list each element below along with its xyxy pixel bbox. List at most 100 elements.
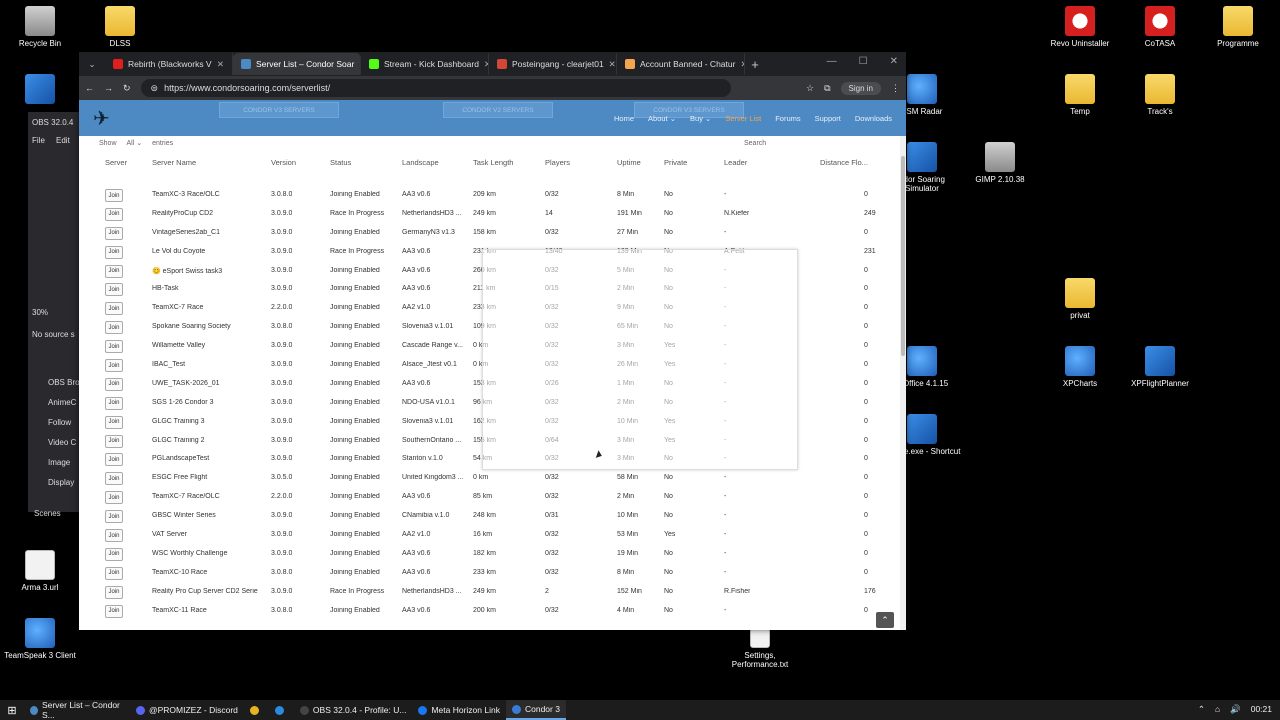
vertical-scrollbar[interactable] (900, 136, 906, 630)
nav-server-list[interactable]: Server List (725, 114, 761, 123)
extensions-icon[interactable]: ⧉ (824, 83, 830, 94)
obs-source-item[interactable]: Display (48, 478, 74, 487)
obs-menu-edit[interactable]: Edit (56, 136, 70, 145)
desktop-icon-arma[interactable]: Arma 3.url (0, 550, 80, 592)
desktop-icon-dlss[interactable]: DLSS (80, 6, 160, 48)
join-button[interactable]: Join (105, 491, 123, 505)
obs-menu-file[interactable]: File (32, 136, 45, 145)
obs-source-item[interactable]: Follow (48, 418, 71, 427)
join-button[interactable]: Join (105, 207, 123, 221)
desktop-icon-settings-txt[interactable]: Settings, Performance.txt (720, 628, 800, 669)
close-tab-icon[interactable]: ✕ (217, 59, 224, 70)
col-private[interactable]: Private (664, 158, 687, 167)
desktop-icon-xpflightplanner[interactable]: XPFlightPlanner (1120, 346, 1200, 388)
desktop-icon-revo[interactable]: Revo Uninstaller (1040, 6, 1120, 48)
desktop-icon-xpcharts[interactable]: XPCharts (1040, 346, 1120, 388)
nav-downloads[interactable]: Downloads (855, 114, 892, 123)
scroll-to-top-button[interactable]: ⌃ (876, 612, 894, 628)
col-distance[interactable]: Distance Flo... (820, 158, 868, 167)
join-button[interactable]: Join (105, 226, 123, 240)
nav-forums[interactable]: Forums (775, 114, 800, 123)
taskbar-item[interactable] (244, 700, 269, 720)
minimize-icon[interactable]: — (827, 56, 837, 67)
nav-about[interactable]: About ⌄ (648, 114, 676, 123)
taskbar-item[interactable] (269, 700, 294, 720)
join-button[interactable]: Join (105, 396, 123, 410)
join-button[interactable]: Join (105, 264, 123, 278)
forward-arrow-icon[interactable]: → (104, 83, 113, 93)
new-tab-plus-icon[interactable]: + (745, 57, 765, 72)
scrollbar-thumb[interactable] (901, 156, 905, 356)
condor-logo-icon[interactable]: ✈ (93, 106, 119, 130)
join-button[interactable]: Join (105, 566, 123, 580)
taskbar-item[interactable]: @PROMIZEZ - Discord (130, 700, 244, 720)
join-button[interactable]: Join (105, 340, 123, 354)
desktop-icon-teamspeak[interactable]: TeamSpeak 3 Client (0, 618, 80, 660)
tab-list-chevron-icon[interactable]: ⌄ (79, 59, 105, 70)
join-button[interactable]: Join (105, 377, 123, 391)
sign-in-button[interactable]: Sign in (840, 81, 881, 95)
desktop-icon-programme[interactable]: Programme (1198, 6, 1278, 48)
join-button[interactable]: Join (105, 529, 123, 543)
join-button[interactable]: Join (105, 604, 123, 618)
tab-youtube[interactable]: Rebirth (Blackworks V ✕ (105, 53, 233, 75)
site-info-icon[interactable]: ⊜ (151, 83, 159, 94)
join-button[interactable]: Join (105, 302, 123, 316)
obs-source-item[interactable]: AnimeC (48, 398, 76, 407)
v2-servers-tab[interactable]: CONDOR V2 SERVERS (443, 102, 553, 118)
clock-time[interactable]: 00:21 (1251, 704, 1272, 715)
col-server[interactable]: Server (105, 158, 127, 167)
tab-gmail[interactable]: Posteingang - clearjet01 ✕ (489, 53, 617, 75)
col-status[interactable]: Status (330, 158, 351, 167)
join-button[interactable]: Join (105, 547, 123, 561)
tab-server-list[interactable]: Server List – Condor Soar ✕ (233, 53, 361, 75)
desktop-icon-recycle-bin[interactable]: Recycle Bin (0, 6, 80, 48)
volume-icon[interactable]: 🔊 (1230, 704, 1241, 715)
join-button[interactable]: Join (105, 453, 123, 467)
url-field[interactable]: ⊜ https://www.condorsoaring.com/serverli… (140, 79, 731, 97)
maximize-icon[interactable]: ☐ (859, 56, 868, 67)
taskbar-item[interactable]: OBS 32.0.4 - Profile: U... (294, 700, 413, 720)
join-button[interactable]: Join (105, 245, 123, 259)
nav-buy[interactable]: Buy ⌄ (690, 114, 711, 123)
join-button[interactable]: Join (105, 189, 123, 202)
start-windows-icon[interactable]: ⊞ (0, 704, 24, 717)
taskbar-item[interactable]: Condor 3 (505, 700, 566, 720)
obs-source-item[interactable]: Image (48, 458, 70, 467)
tray-chevron-icon[interactable]: ⌃ (1198, 704, 1205, 715)
col-landscape[interactable]: Landscape (402, 158, 439, 167)
tab-chaturbate[interactable]: Account Banned - Chatur ✕ (617, 53, 745, 75)
tab-kick[interactable]: Stream - Kick Dashboard ✕ (361, 53, 489, 75)
desktop-icon-partial[interactable] (0, 74, 80, 107)
desktop-icon-privat[interactable]: privat (1040, 278, 1120, 320)
join-button[interactable]: Join (105, 321, 123, 335)
join-button[interactable]: Join (105, 472, 123, 486)
col-task-length[interactable]: Task Length (473, 158, 513, 167)
back-arrow-icon[interactable]: ← (85, 83, 94, 93)
bookmark-star-icon[interactable]: ☆ (806, 83, 814, 94)
col-version[interactable]: Version (271, 158, 296, 167)
v3-servers-tab[interactable]: CONDOR V3 SERVERS (219, 102, 339, 118)
nav-support[interactable]: Support (815, 114, 841, 123)
join-button[interactable]: Join (105, 434, 123, 448)
obs-source-item[interactable]: OBS Bro (48, 378, 80, 387)
join-button[interactable]: Join (105, 415, 123, 429)
col-server-name[interactable]: Server Name (152, 158, 196, 167)
reload-icon[interactable]: ↻ (123, 83, 131, 94)
network-icon[interactable]: ⌂ (1215, 704, 1220, 715)
desktop-icon-temp[interactable]: Temp (1040, 74, 1120, 116)
taskbar-item[interactable]: Server List – Condor S... (24, 700, 130, 720)
desktop-icon-gimp[interactable]: GIMP 2.10.38 (960, 142, 1040, 184)
obs-source-item[interactable]: Video C (48, 438, 76, 447)
desktop-icon-cotasa[interactable]: CoTASA (1120, 6, 1200, 48)
col-leader[interactable]: Leader (724, 158, 747, 167)
col-uptime[interactable]: Uptime (617, 158, 641, 167)
join-button[interactable]: Join (105, 585, 123, 599)
join-button[interactable]: Join (105, 510, 123, 524)
desktop-icon-tracks[interactable]: Track's (1120, 74, 1200, 116)
col-players[interactable]: Players (545, 158, 570, 167)
taskbar-item[interactable]: Meta Horizon Link (412, 700, 506, 720)
join-button[interactable]: Join (105, 283, 123, 297)
entries-select[interactable]: All ⌄ (127, 139, 143, 147)
join-button[interactable]: Join (105, 359, 123, 373)
